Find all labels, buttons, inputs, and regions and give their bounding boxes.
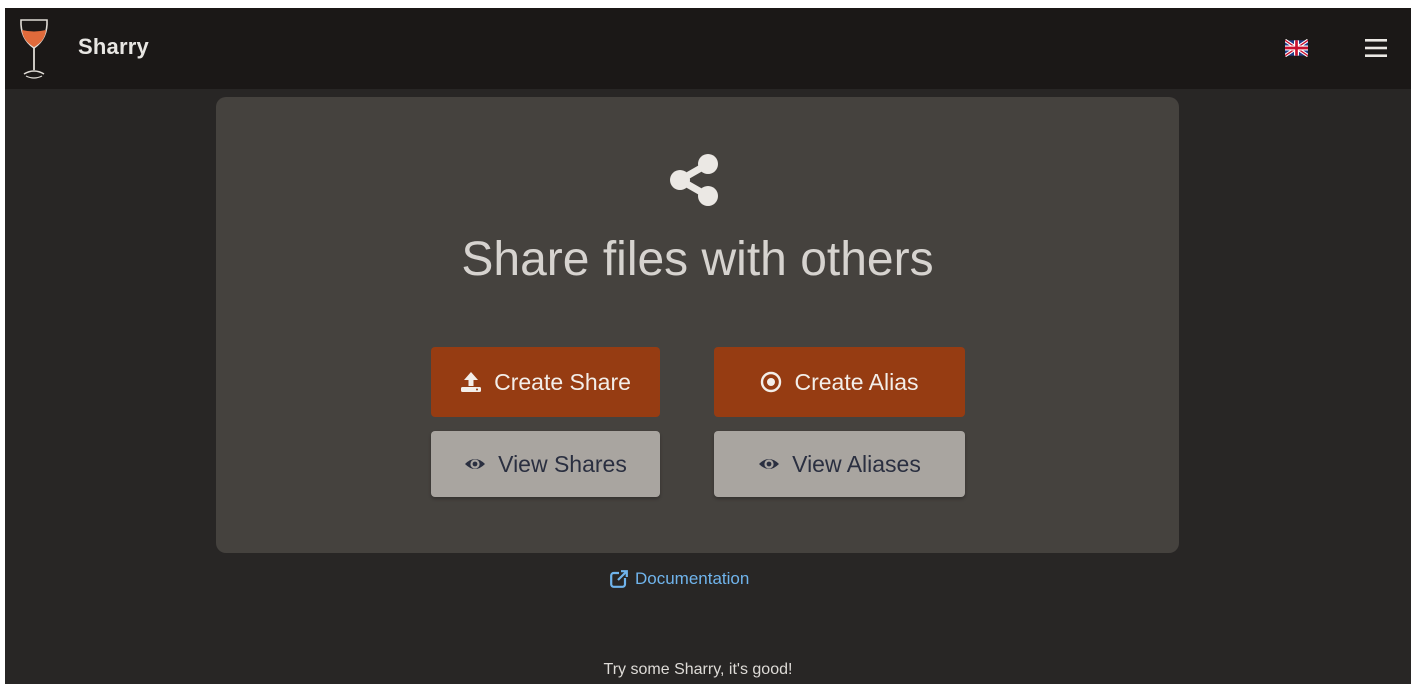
view-shares-button[interactable]: View Shares	[431, 431, 660, 497]
view-shares-label: View Shares	[498, 450, 627, 477]
eye-icon	[759, 459, 780, 469]
hero-card: Share files with others Create Share Cre…	[216, 97, 1179, 553]
external-link-icon	[610, 570, 628, 588]
documentation-link[interactable]: Documentation	[610, 568, 749, 590]
wine-glass-logo-icon[interactable]	[17, 18, 51, 82]
footer-text: Try some Sharry, it's good!	[603, 661, 793, 678]
create-share-label: Create Share	[494, 368, 631, 395]
hero-title: Share files with others	[461, 233, 934, 286]
uk-flag-icon[interactable]	[1285, 39, 1308, 57]
hamburger-menu-icon[interactable]	[1365, 37, 1387, 59]
app-frame: Sharry Share files with others Create Sh…	[5, 8, 1411, 684]
create-alias-button[interactable]: Create Alias	[714, 347, 965, 417]
top-bar: Sharry	[5, 8, 1411, 89]
create-share-button[interactable]: Create Share	[431, 347, 660, 417]
dot-circle-icon	[761, 371, 782, 393]
eye-icon	[465, 459, 486, 469]
brand-name[interactable]: Sharry	[78, 34, 149, 60]
documentation-label: Documentation	[635, 569, 750, 588]
upload-icon	[461, 372, 482, 392]
view-aliases-label: View Aliases	[792, 450, 921, 477]
view-aliases-button[interactable]: View Aliases	[714, 431, 965, 497]
create-alias-label: Create Alias	[794, 368, 919, 395]
share-icon	[670, 154, 718, 206]
